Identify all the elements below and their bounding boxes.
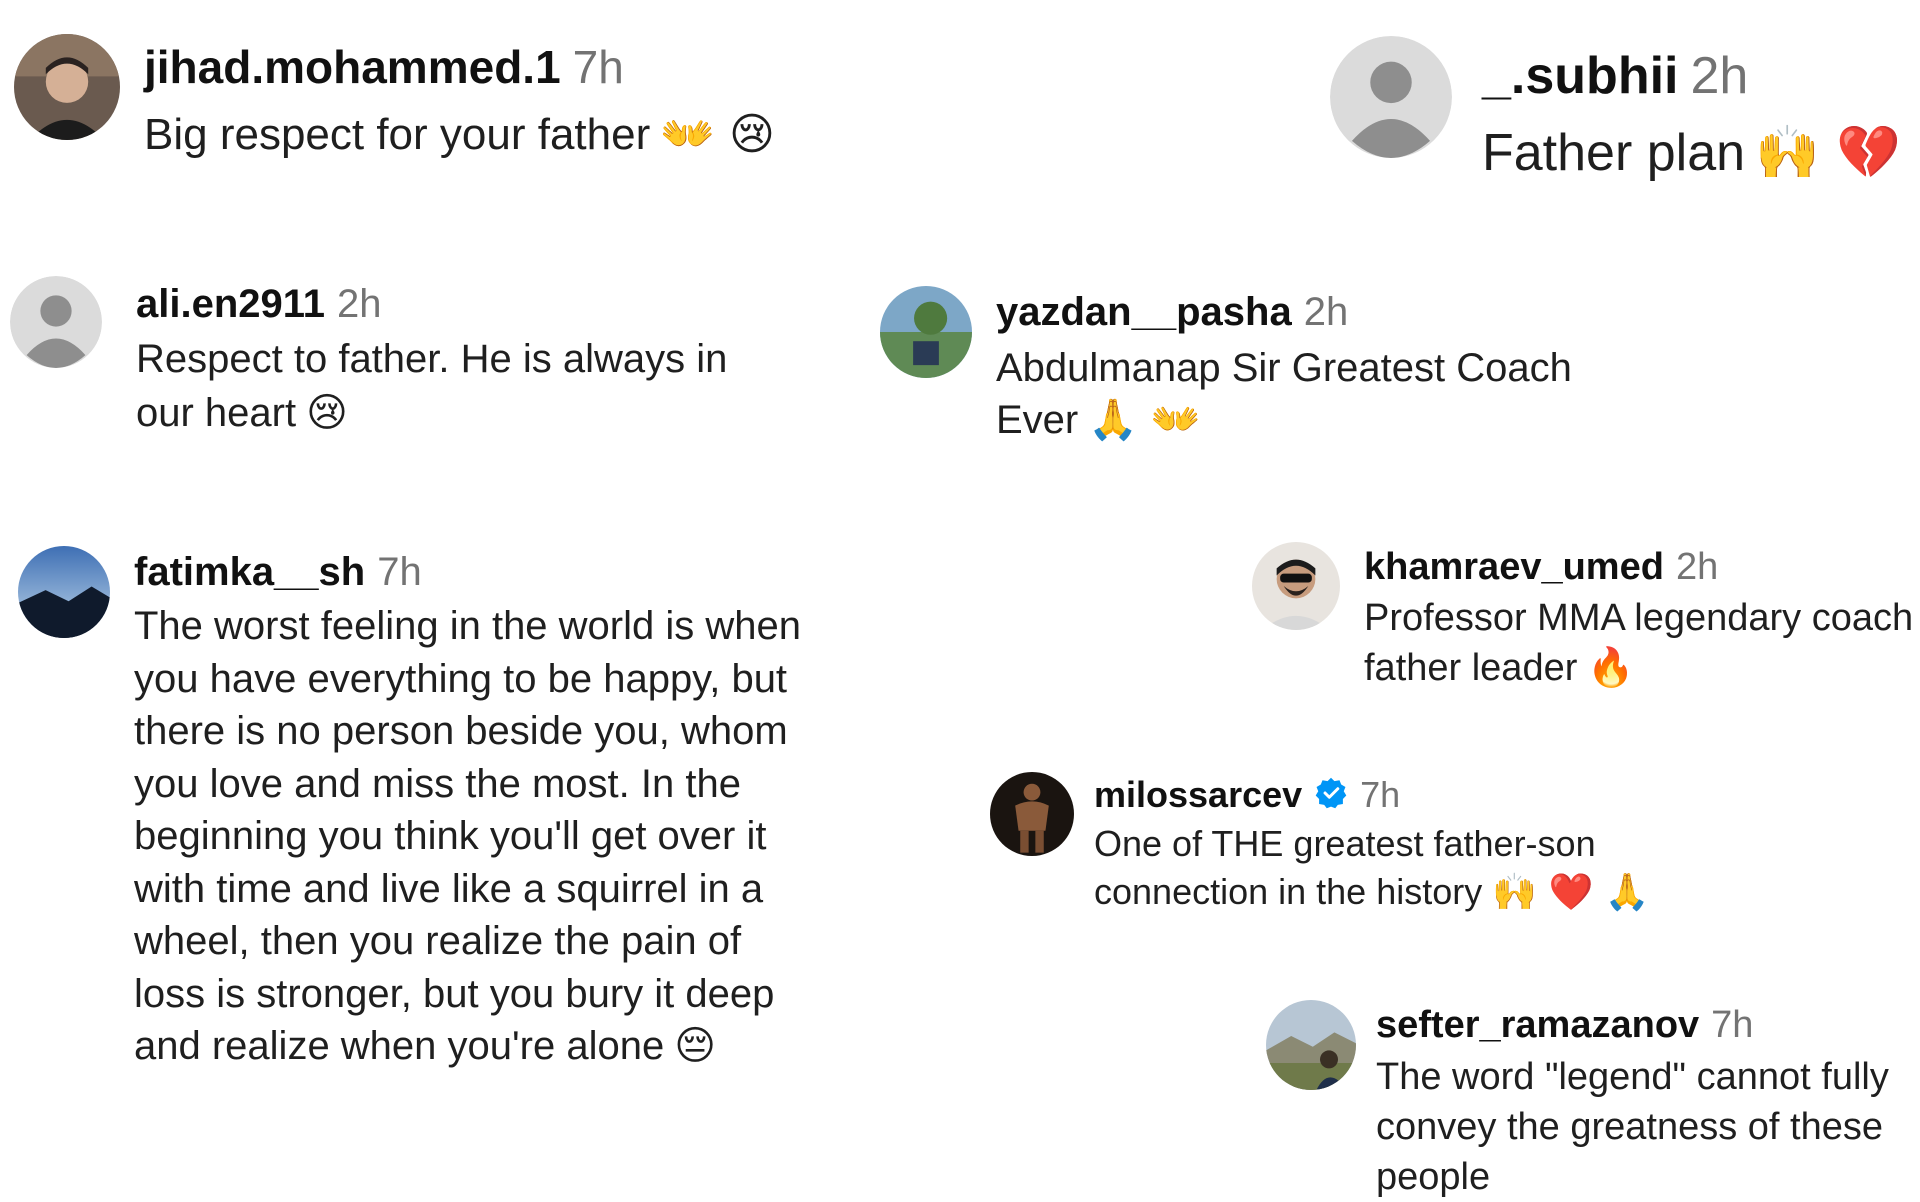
emoji: 🙌 ❤️ 🙏 [1492,872,1650,913]
timestamp: 2h [1675,546,1719,588]
comment-text-body: Professor MMA legendary coach father lea… [1364,597,1914,689]
emoji: 😔 [674,1023,716,1069]
comment-text: The worst feeling in the world is when y… [134,600,814,1073]
username[interactable]: milossarcev [1094,774,1302,816]
comment-text-body: The word "legend" cannot fully convey th… [1376,1056,1889,1198]
avatar[interactable] [1266,1000,1356,1090]
avatar[interactable] [18,546,110,638]
avatar[interactable] [990,772,1074,856]
comment-text-body: The worst feeling in the world is when y… [134,604,801,1068]
comment-text: Abdulmanap Sir Greatest Coach Ever 🙏 👐 [996,342,1616,446]
profile-photo-icon [1266,1000,1356,1090]
comment-text: Big respect for your father 👐 😢 [144,108,775,160]
comment-text-body: Abdulmanap Sir Greatest Coach Ever [996,346,1572,442]
profile-photo-icon [18,546,110,638]
emoji: 🔥 [1587,645,1635,689]
username[interactable]: ali.en2911 [136,282,325,327]
username[interactable]: sefter_ramazanov [1376,1004,1699,1047]
profile-photo-icon [880,286,972,378]
comment-text-body: Big respect for your father [144,110,651,159]
username[interactable]: yazdan__pasha [996,290,1292,335]
comment: _.subhii 2h Father plan 🙌 💔 [1330,36,1910,183]
comment: khamraev_umed 2h Professor MMA legendary… [1252,542,1916,693]
avatar[interactable] [14,34,120,140]
comment-text: One of THE greatest father-son connectio… [1094,820,1714,917]
timestamp: 2h [1303,290,1349,334]
timestamp: 7h [1360,774,1401,815]
comment-text: Professor MMA legendary coach father lea… [1364,594,1920,693]
emoji: 🙌 💔 [1755,123,1902,183]
emoji: 😢 [306,390,348,436]
comment-text: Respect to father. He is always in our h… [136,332,756,440]
timestamp: 7h [1711,1004,1754,1046]
profile-photo-icon [1252,542,1340,630]
username[interactable]: fatimka__sh [134,550,365,595]
comment: fatimka__sh 7h The worst feeling in the … [18,546,838,1073]
avatar[interactable] [880,286,972,378]
avatar[interactable] [1252,542,1340,630]
comment: milossarcev 7h One of THE greatest fathe… [990,772,1750,917]
comment-text: The word "legend" cannot fully convey th… [1376,1052,1916,1202]
avatar[interactable] [10,276,102,368]
comment: jihad.mohammed.1 7h Big respect for your… [14,34,834,160]
timestamp: 7h [572,41,624,93]
timestamp: 2h [1690,47,1749,105]
default-avatar-icon [1330,36,1452,158]
comment: yazdan__pasha 2h Abdulmanap Sir Greatest… [880,286,1720,446]
profile-photo-icon [14,34,120,140]
default-avatar-icon [10,276,102,368]
username[interactable]: _.subhii [1482,46,1678,106]
avatar[interactable] [1330,36,1452,158]
comment-text-body: Respect to father. He is always in our h… [136,337,728,435]
emoji: 🙏 👐 [1088,397,1201,443]
comment-text: Father plan 🙌 💔 [1482,122,1901,183]
comment: ali.en2911 2h Respect to father. He is a… [10,276,790,440]
verified-badge-icon [1314,776,1348,819]
emoji: 👐 😢 [660,109,775,160]
timestamp: 7h [377,550,422,594]
profile-photo-icon [990,772,1074,856]
username[interactable]: khamraev_umed [1364,546,1664,589]
username[interactable]: jihad.mohammed.1 [144,40,561,94]
timestamp: 2h [337,282,382,326]
comment: sefter_ramazanov 7h The word "legend" ca… [1266,1000,1916,1202]
comment-text-body: Father plan [1482,124,1746,182]
